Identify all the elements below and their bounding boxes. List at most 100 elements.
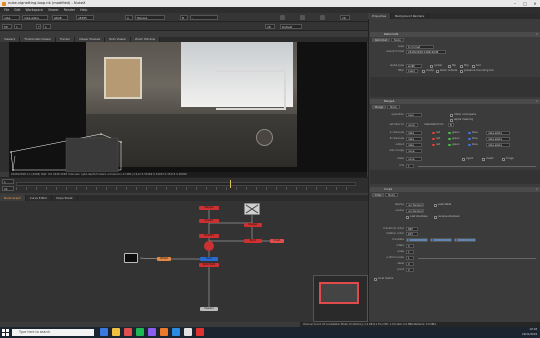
close-button[interactable]: × [530,0,540,7]
mix-slider[interactable] [418,165,536,167]
taskbar-app-icon[interactable] [124,328,132,336]
selectable-checkbox[interactable] [434,203,437,207]
fstop-dropdown[interactable]: f/8 [2,24,12,29]
metadata-dropdown[interactable]: B [448,123,454,127]
green-dot-icon[interactable] [448,137,451,141]
preserve-bbox-checkbox[interactable] [460,69,463,73]
minimap-viewport[interactable] [319,282,359,304]
operation-dropdown[interactable]: over [406,113,422,117]
resize-type-dropdown[interactable]: width [406,64,422,68]
taskbar-app-icon[interactable] [184,328,192,336]
red-dot-icon[interactable] [432,131,435,135]
b-alpha-dropdown[interactable]: rgba.alpha [486,137,510,141]
mix-field[interactable]: 1 [406,164,414,168]
tab-reformat-node[interactable]: Node [390,38,404,42]
uniform-scale-slider[interactable] [418,257,536,259]
layer-dropdown[interactable]: rgba [2,15,20,20]
video-colorspace-checkbox[interactable] [450,113,453,117]
tab-crop[interactable]: Crop [372,193,385,197]
alpha-masking-checkbox[interactable] [450,118,453,122]
node-crop1-label[interactable]: Crop1 [270,239,284,243]
fps-field[interactable]: 24 [2,186,14,191]
output-alpha-dropdown[interactable]: rgba.alpha [486,143,510,147]
taskbar-search-input[interactable]: Type here to search [12,329,94,336]
crop-panel-header[interactable]: Crop1 × [370,187,540,192]
rotate-field[interactable]: 0 [406,244,414,248]
node-graph-minimap[interactable] [313,275,368,322]
type-dropdown[interactable]: to format [406,45,434,49]
turn-checkbox[interactable] [472,64,475,68]
skew-field[interactable]: 0 [406,262,414,266]
cast-shadows-checkbox[interactable] [406,215,409,219]
node-merge1[interactable]: Merge1 [244,223,262,227]
translate-x-field[interactable]: 0 [406,238,428,242]
b-channels-dropdown[interactable]: rgba [406,137,422,141]
node-crop1[interactable] [244,203,260,215]
taskbar-app-icon[interactable] [100,328,108,336]
taskbar-app-icon[interactable] [148,328,156,336]
tab-crop-node[interactable]: Node [385,193,398,197]
node-write2[interactable]: Write2 [157,257,171,261]
timeline-track[interactable] [16,182,356,186]
flop-checkbox[interactable] [460,64,463,68]
node-merge2[interactable]: Merge2 [199,206,219,210]
taskbar-app-icon[interactable] [112,328,120,336]
close-icon[interactable]: × [536,99,538,104]
tab-reformat[interactable]: Reformat [372,38,390,42]
translate-z-field[interactable]: 0 [454,238,476,242]
input-b-node[interactable]: - [190,15,218,20]
taskbar-app-icon[interactable] [136,328,144,336]
mask-dropdown[interactable]: none [406,157,422,161]
output-format-dropdown[interactable]: 2448x2048 2448x2048 [406,50,446,54]
receive-shadows-checkbox[interactable] [434,215,437,219]
close-icon[interactable]: × [536,187,538,192]
input-a-dropdown[interactable]: A [125,15,133,20]
invert-checkbox[interactable] [482,157,485,161]
red-dot-icon[interactable] [432,137,435,141]
green-dot-icon[interactable] [448,143,451,147]
view-mode-dropdown[interactable]: 2D [340,15,350,20]
tab-merge[interactable]: Merge [372,105,387,109]
taskbar-app-icon[interactable] [160,328,168,336]
local-matrix-toggle[interactable] [374,277,377,281]
wipe-icon[interactable] [280,15,285,20]
merge-panel-header[interactable]: Merge1 × [370,99,540,104]
zoom-dropdown[interactable]: v8385 [76,15,94,20]
output-dropdown[interactable]: rgba [406,143,422,147]
node-grade1[interactable]: Grade1 [199,219,219,223]
bbox-dropdown[interactable]: union [406,123,418,127]
tab-merge-node[interactable]: Node [387,105,400,109]
playhead[interactable] [230,180,231,188]
display-dropdown[interactable]: unchanged [406,203,424,207]
input-a-node[interactable]: Merge1 [135,15,165,20]
node-shuffle1[interactable]: Shuffle1 [199,234,219,238]
node-dot1[interactable]: Dot1 [200,257,218,261]
black-outside-checkbox[interactable] [436,69,439,73]
blue-dot-icon[interactable] [468,137,471,141]
scale-field[interactable]: 1 [406,250,414,254]
a-channels-dropdown[interactable]: rgba [406,131,422,135]
fringe-checkbox[interactable] [502,157,505,161]
colorspace-dropdown[interactable]: sRGB [52,15,68,20]
rotation-order-dropdown[interactable]: ZXY [406,232,418,236]
windows-start-icon[interactable] [2,329,9,336]
frame-field[interactable]: 1 [2,179,14,184]
node-read1[interactable] [124,253,138,263]
node-viewer1[interactable]: Viewer1 [200,307,218,311]
flip-checkbox[interactable] [448,64,451,68]
reformat-panel-header[interactable]: Reformat1 × [370,32,540,37]
node-reformat1[interactable]: Reformat1 [199,263,219,267]
frame-range-dropdown[interactable]: Default [280,24,302,29]
close-icon[interactable]: × [536,32,538,37]
minimize-button[interactable]: – [510,0,520,7]
inject-checkbox[interactable] [462,157,465,161]
taskbar-app-icon[interactable] [172,328,180,336]
channel-dropdown[interactable]: rgba.alpha [22,15,48,20]
blue-dot-icon[interactable] [468,131,471,135]
proxy-dropdown[interactable]: 2D [265,24,275,29]
fstop-value[interactable]: 1 [14,24,22,29]
filter-dropdown[interactable]: Cubic [406,69,418,73]
clamp-checkbox[interactable] [422,69,425,73]
maximize-button[interactable]: □ [520,0,530,7]
translate-y-field[interactable]: 0 [430,238,452,242]
